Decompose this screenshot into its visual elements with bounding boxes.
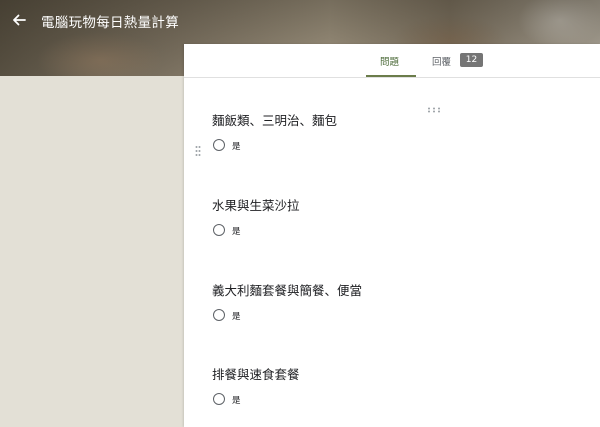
arrow-left-icon[interactable]: [8, 9, 30, 31]
left-pane: [0, 76, 185, 427]
radio-circle-icon[interactable]: [213, 139, 225, 151]
form-editor-card: 問題 回覆 12 麵飯類、三明治、麵包 是 水果與生菜沙拉 是 義大利麵套餐與簡…: [184, 44, 600, 427]
tab-questions[interactable]: 問題: [366, 44, 416, 77]
question-title: 麵飯類、三明治、麵包: [212, 113, 338, 128]
tab-responses-label: 回覆: [432, 57, 452, 68]
drag-handle-icon[interactable]: [427, 98, 441, 113]
radio-circle-icon[interactable]: [213, 224, 225, 236]
option-label: 是: [232, 312, 241, 322]
question-title: 排餐與速食套餐: [212, 367, 300, 382]
tab-bar: 問題 回覆 12: [184, 44, 600, 78]
question-title: 義大利麵套餐與簡餐、便當: [212, 283, 363, 298]
active-tab-indicator: [366, 75, 416, 77]
option-label: 是: [232, 396, 241, 406]
radio-circle-icon[interactable]: [213, 309, 225, 321]
option-label: 是: [232, 227, 241, 237]
option-drag-handle-icon[interactable]: [195, 142, 201, 156]
form-title: 電腦玩物每日熱量計算: [41, 15, 179, 31]
tab-questions-label: 問題: [380, 57, 400, 68]
radio-circle-icon[interactable]: [213, 393, 225, 405]
responses-count-badge: 12: [460, 53, 483, 67]
option-label: 是: [232, 142, 241, 152]
question-title: 水果與生菜沙拉: [212, 198, 300, 213]
